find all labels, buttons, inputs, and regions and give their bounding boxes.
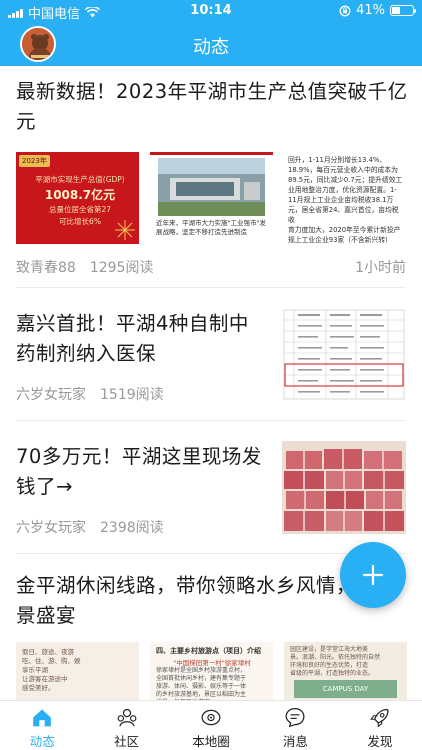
app-screen: 中国电信 10:14 41% 动态 最新数据！2023年平湖市生产总值突破千亿元… <box>0 0 422 750</box>
app-header: 中国电信 10:14 41% 动态 <box>0 0 422 66</box>
article-meta: 致青春88 1295阅读 <box>16 257 153 277</box>
tab-dynamic[interactable]: 动态 <box>0 701 84 750</box>
image-text-line: 回升，1-11月分别增长13.4%、 <box>288 156 387 164</box>
image-text-line: 18.9%，每百元营业收入中的成本为 <box>288 166 398 174</box>
image-text-line: 规上工业企业93家（不含新兴转） <box>288 236 392 244</box>
cash-stack-photo <box>282 441 406 534</box>
firework-decoration-icon <box>115 220 135 240</box>
community-icon <box>117 708 137 727</box>
page-title: 动态 <box>193 37 229 58</box>
compose-button[interactable] <box>340 542 406 608</box>
status-bar: 中国电信 10:14 41% <box>0 0 422 22</box>
article-image: 近年来，平湖市大力实施"工业强市"发展战略，坚定不移打造先进制造 <box>150 152 273 244</box>
battery-percent: 41% <box>356 3 385 18</box>
post-time: 1小时前 <box>355 260 406 276</box>
image-text-line: 育力度加大，2020年至今累计新投产 <box>288 226 401 234</box>
article-image: 园区建设，是学堂江海大地美 景。浪潮、阳光。依托独特的自然 环境和良好的生态优势，打… <box>284 642 407 700</box>
author-name[interactable]: 致青春88 <box>16 257 76 277</box>
article-image: 2023年 平湖市实现生产总值(GDP) 1008.7亿元 总量位居全省第27 … <box>16 152 139 244</box>
image-text-line: 元，居全省第24、嘉兴首位，亩均税收 <box>288 206 399 224</box>
image-text-line: 吃、住、游、购、娱 <box>22 657 81 665</box>
image-text-line: 11月规上工业企业亩均税收38.1万 <box>288 196 394 204</box>
image-text-line: 全国首批休闲乡村，建有集专题于 <box>156 675 247 682</box>
list-item[interactable]: 最新数据！2023年平湖市生产总值突破千亿元 2023年 平湖市实现生产总值(G… <box>0 66 422 288</box>
tab-messages[interactable]: 消息 <box>253 701 337 750</box>
image-text-line: 省级的平湖，打造独特的业态。 <box>290 670 375 677</box>
local-circle-icon <box>201 709 221 726</box>
list-item[interactable]: 嘉兴首批！平湖4种自制中药制剂纳入医保 六岁女玩家 1519阅读 <box>0 288 422 421</box>
tab-community[interactable]: 社区 <box>84 701 168 750</box>
image-text-line: 环境和良好的生态优势，打造 <box>290 662 369 669</box>
article-image <box>282 441 406 534</box>
image-text-line: 享乐平湖 <box>22 666 48 674</box>
image-text-line: 园区建设，是学堂江海大地美 <box>290 646 369 653</box>
table-document-icon <box>283 309 405 400</box>
article-image <box>282 308 406 401</box>
message-icon <box>285 708 305 728</box>
read-count: 2398阅读 <box>100 520 164 536</box>
image-text-line: 旅游、体闲、摄影、娱乐等于一体 <box>156 683 247 690</box>
home-icon <box>33 709 52 727</box>
article-image: 假日、旅途、夜游 吃、住、游、购、娱 享乐平湖 让游客在游途中 感受美好。 <box>16 642 139 700</box>
article-title: 70多万元！平湖这里现场发钱了→ <box>16 445 262 498</box>
author-name[interactable]: 六岁女玩家 <box>16 517 86 537</box>
image-text-line: 让游客在游途中 <box>22 675 68 683</box>
image-text-line: 徐家埭村是全国乡村旅游重点村， <box>156 667 247 674</box>
plus-icon <box>362 564 384 586</box>
orientation-lock-icon <box>339 5 351 16</box>
read-count: 1295阅读 <box>89 260 154 276</box>
article-image: 四、主要乡村旅游点（项目）介绍 "中国梯田第一村"徐家埭村 徐家埭村是全国乡村旅… <box>150 642 273 700</box>
tab-local-circle[interactable]: 本地圈 <box>169 701 253 750</box>
image-text-line: 假日、旅途、夜游 <box>22 648 74 656</box>
battery-icon <box>390 5 416 16</box>
article-title: 最新数据！2023年平湖市生产总值突破千亿元 <box>16 80 408 133</box>
image-text-line: 89.5元，同比减少0.7元；提升绩效工 <box>288 176 403 184</box>
article-image: 回升，1-11月分别增长13.4%、 18.9%，每百元营业收入中的成本为 89.5… <box>284 152 407 244</box>
article-meta: 六岁女玩家 1519阅读 <box>16 384 164 404</box>
article-title: 金平湖休闲线路，带你领略水乡风情，美景盛宴 <box>16 574 377 627</box>
rocket-icon <box>369 708 389 728</box>
image-text-line: 业用地整治力度，优化资源配置。1- <box>288 186 397 194</box>
tab-discover[interactable]: 发现 <box>338 701 422 750</box>
list-item[interactable]: 70多万元！平湖这里现场发钱了→ 六岁女玩家 2398阅读 <box>0 421 422 554</box>
author-name[interactable]: 六岁女玩家 <box>16 384 86 404</box>
article-meta: 六岁女玩家 2398阅读 <box>16 517 164 537</box>
image-text-line: 的乡村旅游基地，景区以稻田为主 <box>156 691 247 698</box>
image-text-line: 景。浪潮、阳光。依托独特的自然 <box>290 654 381 661</box>
article-title: 嘉兴首批！平湖4种自制中药制剂纳入医保 <box>16 312 249 365</box>
image-text-line: 感受美好。 <box>22 684 55 692</box>
read-count: 1519阅读 <box>100 387 164 403</box>
tab-bar: 动态 社区 本地圈 消息 发现 <box>0 700 422 750</box>
